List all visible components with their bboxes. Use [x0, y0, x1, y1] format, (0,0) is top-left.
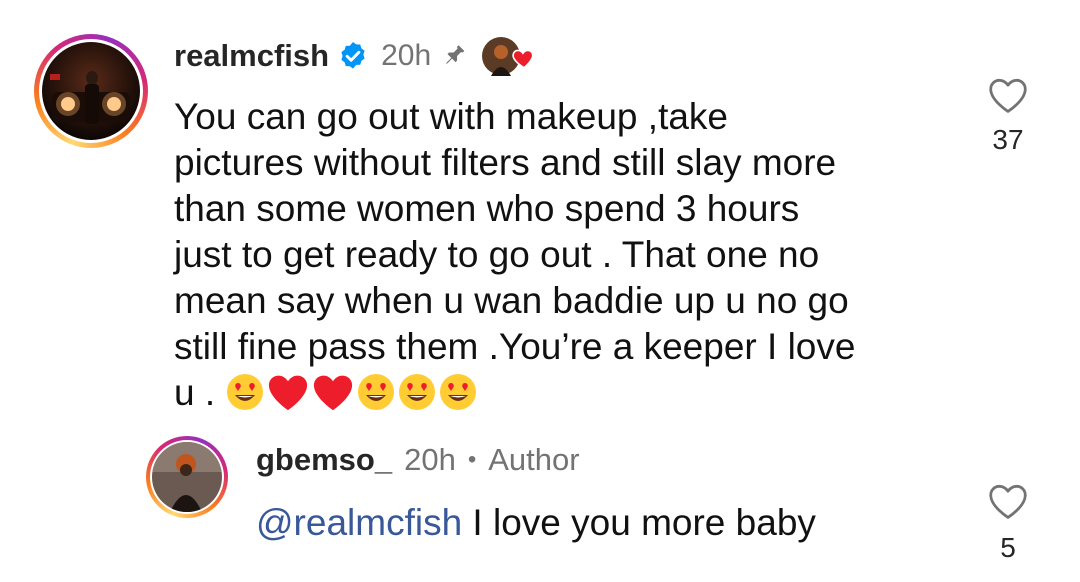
comment-body: You can go out with makeup ,take picture…: [174, 94, 855, 416]
comment-line: pictures without filters and still slay …: [174, 142, 837, 183]
heart-eyes-emoji-icon: [440, 374, 477, 410]
red-heart-emoji-icon: [269, 375, 308, 411]
commenter-username[interactable]: realmcfish: [174, 38, 329, 74]
reply-like: 5: [980, 482, 1036, 564]
commenter-avatar[interactable]: [34, 34, 148, 148]
comment-last-line: u .: [174, 370, 855, 416]
pin-icon: [446, 45, 465, 65]
heart-eyes-emoji-icon: [358, 374, 395, 410]
reply-avatar[interactable]: [146, 436, 228, 518]
comment-line: u .: [174, 372, 216, 413]
reply-body: @realmcfish I love you more baby: [256, 500, 816, 546]
reply-avatar-image: [152, 442, 222, 512]
commenter-avatar-image: [42, 42, 140, 140]
reply-username[interactable]: gbemso_: [256, 442, 392, 478]
like-heart-icon[interactable]: [987, 482, 1029, 520]
comment-timestamp: 20h: [381, 39, 432, 72]
comment-line: just to get ready to go out . That one n…: [174, 234, 820, 275]
author-badge: Author: [488, 442, 580, 477]
comment-header: realmcfish 20h: [174, 36, 541, 76]
comment-line: than some women who spend 3 hours: [174, 188, 800, 229]
red-heart-emoji-icon: [314, 375, 353, 411]
verified-badge-icon: [341, 42, 365, 69]
comment-line: still fine pass them .You’re a keeper I …: [174, 326, 856, 367]
heart-icon: [512, 49, 534, 69]
reply-header: gbemso_ 20h • Author: [256, 441, 580, 479]
mention-link[interactable]: @realmcfish: [256, 502, 462, 544]
reply-like-count: 5: [1000, 532, 1016, 563]
heart-eyes-emoji-icon: [227, 374, 264, 410]
comment-like: 37: [980, 76, 1036, 156]
meta-separator: •: [467, 446, 477, 473]
heart-eyes-emoji-icon: [399, 374, 436, 410]
reply-timestamp: 20h: [404, 442, 456, 477]
comment-line: mean say when u wan baddie up u no go: [174, 280, 849, 321]
comment-like-count: 37: [992, 124, 1024, 155]
author-liked-indicator: [481, 36, 541, 76]
reply-text: I love you more baby: [462, 502, 816, 543]
comment-line: You can go out with makeup ,take: [174, 96, 729, 137]
like-heart-icon[interactable]: [987, 76, 1029, 114]
